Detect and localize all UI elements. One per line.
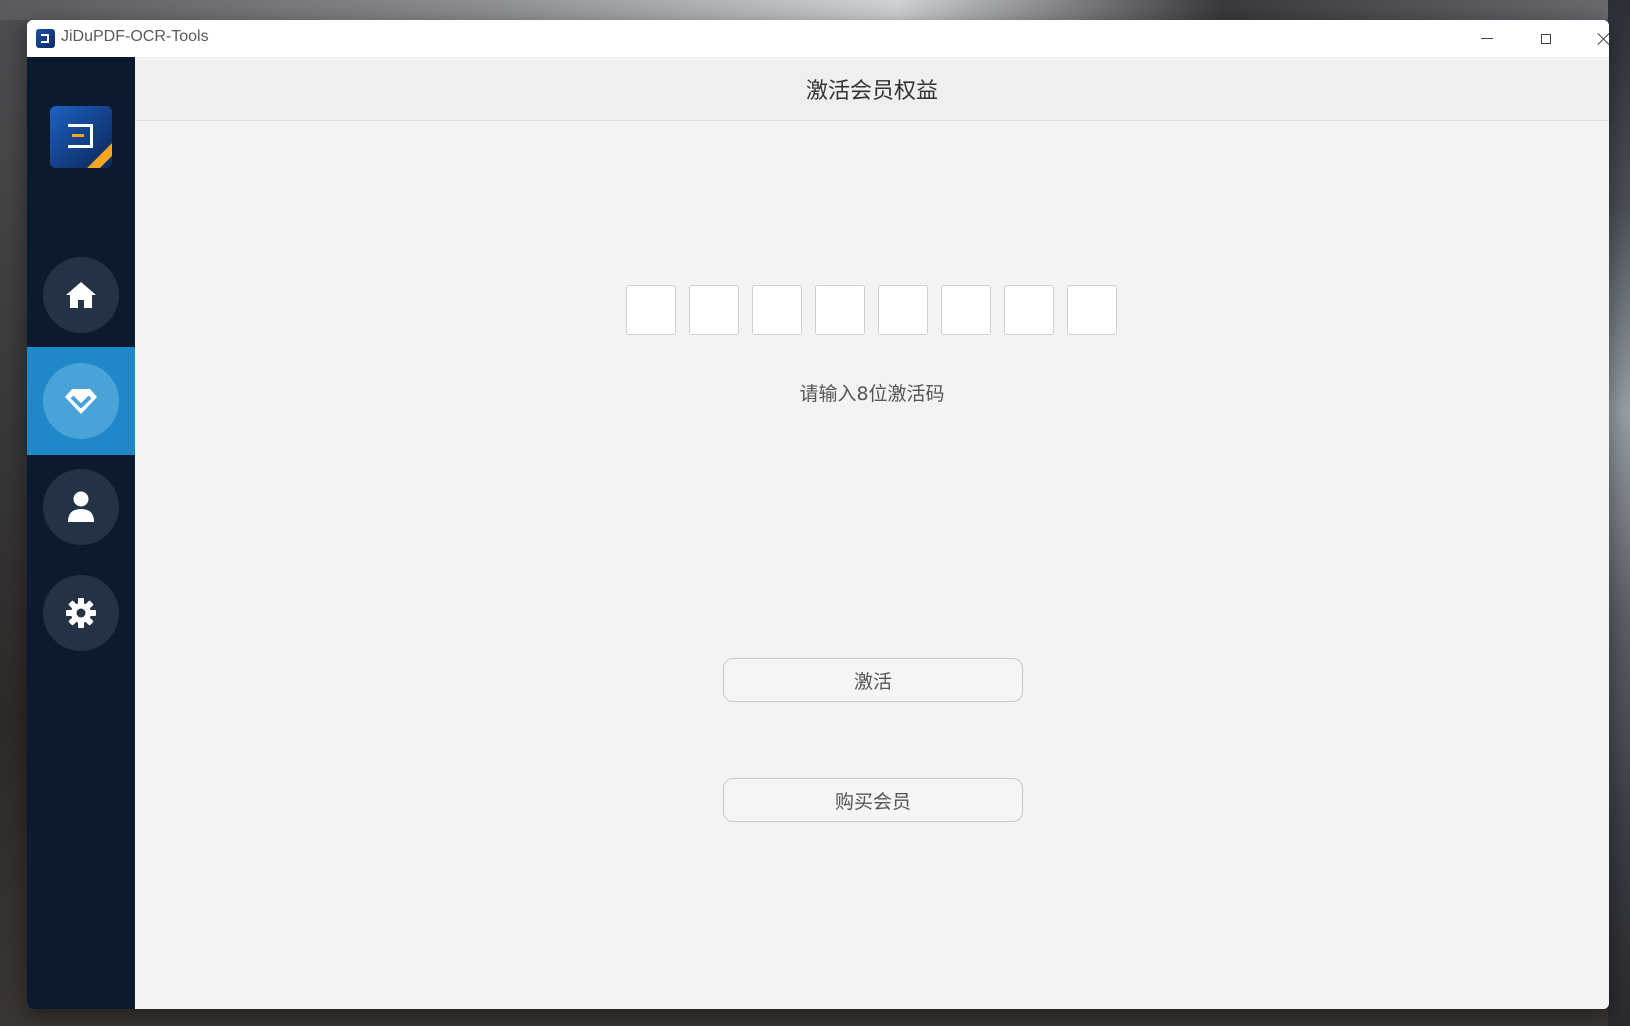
sidebar-item-settings[interactable] [27,559,135,667]
page-header: 激活会员权益 [135,57,1609,121]
diamond-icon [65,389,97,414]
page-title: 激活会员权益 [805,78,938,104]
app-window: JiDuPDF-OCR-Tools 激活会员权益 请输入8位激活码 激活 购买会… [27,20,1609,1009]
maximize-button[interactable] [1518,20,1574,57]
minimize-button[interactable] [1459,20,1515,57]
main-content: 激活会员权益 请输入8位激活码 激活 购买会员 [135,57,1609,1009]
buy-membership-button[interactable]: 购买会员 [723,778,1023,822]
code-input-7[interactable] [1004,285,1054,335]
home-icon [66,282,96,308]
gear-icon [66,598,96,628]
code-input-6[interactable] [941,285,991,335]
user-icon [68,491,94,522]
activate-button[interactable]: 激活 [723,658,1023,702]
code-input-3[interactable] [752,285,802,335]
sidebar-item-home[interactable] [27,241,135,349]
maximize-icon [1541,33,1551,44]
code-input-2[interactable] [689,285,739,335]
code-input-1[interactable] [626,285,676,335]
sidebar [27,57,135,1009]
desktop-wallpaper-right [1608,0,1630,1026]
title-bar[interactable]: JiDuPDF-OCR-Tools [27,20,1609,57]
sidebar-item-membership[interactable] [27,347,135,455]
app-logo [50,106,112,168]
close-button[interactable] [1576,20,1609,57]
close-icon [1597,32,1609,46]
code-input-5[interactable] [878,285,928,335]
window-title: JiDuPDF-OCR-Tools [61,28,209,45]
minimize-icon [1481,38,1493,39]
activation-hint: 请输入8位激活码 [799,383,945,405]
desktop-wallpaper-top [0,0,1630,20]
sidebar-item-user[interactable] [27,453,135,561]
app-logo-icon [36,29,55,48]
activation-code-inputs [626,285,1117,335]
code-input-8[interactable] [1067,285,1117,335]
code-input-4[interactable] [815,285,865,335]
